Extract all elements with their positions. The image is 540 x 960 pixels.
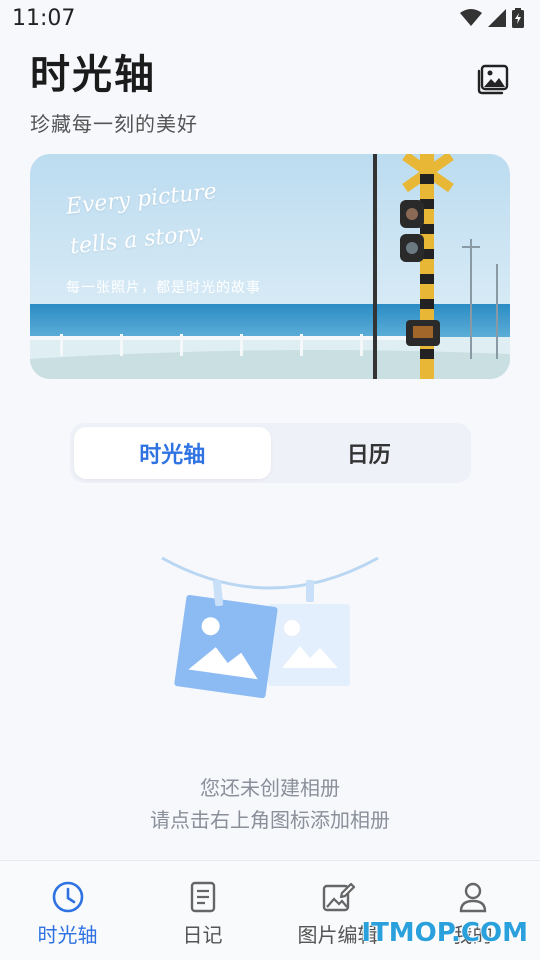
empty-album-illustration <box>161 556 379 699</box>
nav-item-timeline[interactable]: 时光轴 <box>0 861 135 960</box>
image-edit-icon <box>322 882 355 912</box>
banner-script-text: Every picture tells a story. <box>64 179 218 260</box>
tab-calendar[interactable]: 日历 <box>271 427 468 479</box>
page-subtitle: 珍藏每一刻的美好 <box>30 112 198 136</box>
empty-state-title: 您还未创建相册 <box>200 776 340 800</box>
banner[interactable]: Every picture tells a story. 每一张照片，都是时光的… <box>30 154 510 379</box>
user-icon <box>459 882 486 913</box>
gallery-icon <box>477 64 509 95</box>
view-switcher: 时光轴 日历 <box>70 423 471 483</box>
nav-label: 日记 <box>182 923 223 947</box>
wifi-icon <box>460 9 482 26</box>
watermark: ITMOP.COM <box>361 918 528 948</box>
banner-caption: 每一张照片，都是时光的故事 <box>66 280 261 296</box>
tab-timeline[interactable]: 时光轴 <box>74 427 271 479</box>
add-album-button[interactable] <box>476 62 510 96</box>
header: 时光轴 珍藏每一刻的美好 <box>30 42 198 137</box>
status-time: 11:07 <box>12 5 76 31</box>
status-icons <box>460 8 524 28</box>
signal-icon <box>488 9 506 27</box>
empty-state-hint: 请点击右上角图标添加相册 <box>150 808 390 832</box>
status-bar: 11:07 <box>0 0 540 36</box>
battery-icon <box>512 8 524 28</box>
clock-icon <box>52 881 83 913</box>
nav-label: 时光轴 <box>37 923 98 947</box>
nav-item-diary[interactable]: 日记 <box>135 861 270 960</box>
diary-icon <box>190 881 215 913</box>
page-title: 时光轴 <box>30 52 156 98</box>
